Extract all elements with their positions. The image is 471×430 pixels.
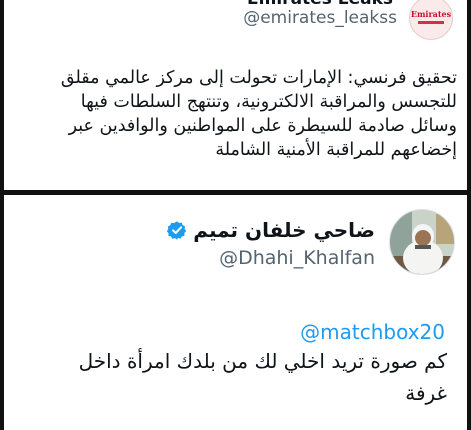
tweet-text-line: وسائل صادمة للسيطرة على المواطنين والواف… [68,116,457,136]
tweet-card-emirates-leaks[interactable]: Emirates Emirates Leaks @emirates_leakss… [4,0,467,190]
verified-badge-icon [167,220,187,240]
tweet-card-dhahi-khalfan[interactable]: ضاحي خلفان تميم @Dhahi_Khalfan @matchbox… [4,195,467,430]
tweet-text-line: تحقيق فرنسي: الإمارات تحولت إلى مركز عال… [60,68,457,88]
portrait-image [390,210,454,274]
tweet-text-line: للتجسس والمراقبة الالكترونية، وتنتهج الس… [80,92,457,112]
emirates-avatar[interactable]: Emirates [409,0,453,40]
author-handle[interactable]: @emirates_leakss [243,8,397,28]
reply-mention-link[interactable]: @matchbox20 [300,320,445,344]
author-handle[interactable]: @Dhahi_Khalfan [219,247,375,269]
emirates-logo-text: Emirates [410,9,452,19]
author-name-row: ضاحي خلفان تميم [167,217,375,243]
author-display-name[interactable]: ضاحي خلفان تميم [193,218,375,242]
tweet-text: تحقيق فرنسي: الإمارات تحولت إلى مركز عال… [9,66,457,162]
tweet-text-line: إخضاعهم للمراقبة الأمنية الشاملة [215,140,457,160]
tweet-text-line: كم صورة تريد اخلي لك من بلدك امرأة داخل [78,349,447,373]
tweet-text: كم صورة تريد اخلي لك من بلدك امرأة داخل … [17,345,447,409]
emirates-logo-stripe [418,21,444,24]
tweet-text-line: غرفة [405,381,447,405]
dhahi-khalfan-avatar[interactable] [389,209,455,275]
